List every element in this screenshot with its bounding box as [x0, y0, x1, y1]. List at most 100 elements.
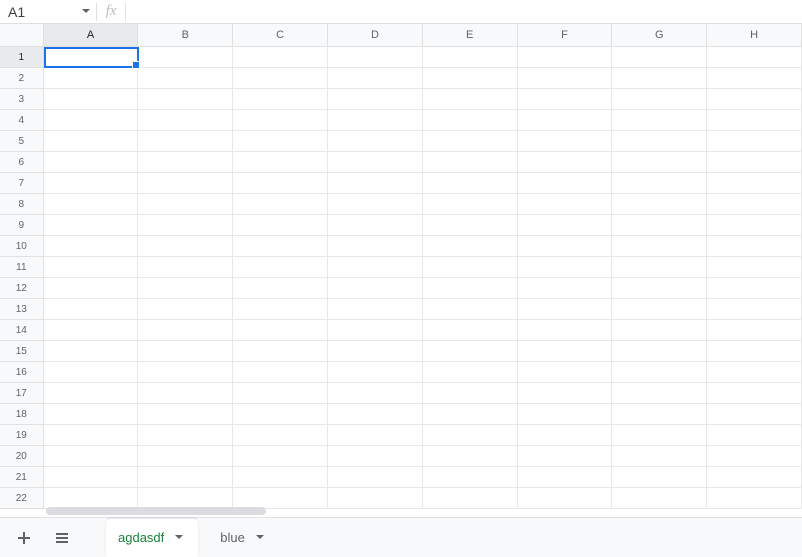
cell[interactable] — [707, 152, 802, 173]
cell[interactable] — [233, 173, 328, 194]
cell[interactable] — [518, 446, 613, 467]
row-header[interactable]: 3 — [0, 89, 44, 110]
cell[interactable] — [44, 341, 139, 362]
cell[interactable] — [518, 320, 613, 341]
cell[interactable] — [423, 236, 518, 257]
cell[interactable] — [518, 110, 613, 131]
cell[interactable] — [518, 341, 613, 362]
cell[interactable] — [612, 425, 707, 446]
cell[interactable] — [423, 446, 518, 467]
cell[interactable] — [707, 446, 802, 467]
cell[interactable] — [518, 278, 613, 299]
row-header[interactable]: 22 — [0, 488, 44, 509]
cell[interactable] — [138, 173, 233, 194]
cell[interactable] — [612, 404, 707, 425]
row-header[interactable]: 8 — [0, 194, 44, 215]
cell[interactable] — [518, 131, 613, 152]
sheet-tab[interactable]: blue — [208, 521, 279, 555]
cell[interactable] — [612, 173, 707, 194]
cell[interactable] — [233, 194, 328, 215]
cell[interactable] — [707, 383, 802, 404]
cell[interactable] — [44, 131, 139, 152]
column-header[interactable]: D — [328, 24, 423, 47]
chevron-down-icon[interactable] — [172, 531, 186, 545]
cell[interactable] — [233, 68, 328, 89]
cell[interactable] — [138, 320, 233, 341]
cell[interactable] — [518, 236, 613, 257]
cell[interactable] — [423, 425, 518, 446]
row-header[interactable]: 16 — [0, 362, 44, 383]
cell[interactable] — [707, 47, 802, 68]
cell[interactable] — [612, 236, 707, 257]
cell[interactable] — [612, 341, 707, 362]
cell[interactable] — [233, 320, 328, 341]
cell[interactable] — [138, 299, 233, 320]
cell[interactable] — [328, 278, 423, 299]
cell[interactable] — [612, 278, 707, 299]
cell[interactable] — [707, 194, 802, 215]
cell[interactable] — [138, 68, 233, 89]
cell[interactable] — [423, 257, 518, 278]
row-header[interactable]: 18 — [0, 404, 44, 425]
cell[interactable] — [518, 404, 613, 425]
cell[interactable] — [138, 110, 233, 131]
row-header[interactable]: 14 — [0, 320, 44, 341]
cell[interactable] — [44, 152, 139, 173]
cell[interactable] — [423, 131, 518, 152]
row-header[interactable]: 9 — [0, 215, 44, 236]
cell[interactable] — [612, 194, 707, 215]
row-header[interactable]: 20 — [0, 446, 44, 467]
horizontal-scrollbar[interactable] — [46, 505, 786, 517]
cell[interactable] — [707, 467, 802, 488]
cell[interactable] — [44, 425, 139, 446]
cell[interactable] — [139, 47, 234, 68]
cell[interactable] — [44, 404, 139, 425]
cell[interactable] — [612, 89, 707, 110]
cell[interactable] — [328, 425, 423, 446]
cell[interactable] — [44, 236, 139, 257]
cell[interactable] — [423, 215, 518, 236]
cell[interactable] — [328, 110, 423, 131]
cell[interactable] — [707, 278, 802, 299]
cell[interactable] — [707, 257, 802, 278]
cell[interactable] — [612, 152, 707, 173]
cell[interactable] — [44, 467, 139, 488]
cell[interactable] — [423, 278, 518, 299]
cell[interactable] — [707, 110, 802, 131]
row-header[interactable]: 17 — [0, 383, 44, 404]
cell[interactable] — [518, 362, 613, 383]
cell[interactable] — [44, 383, 139, 404]
cell[interactable] — [612, 320, 707, 341]
add-sheet-button[interactable] — [10, 524, 38, 552]
all-sheets-button[interactable] — [48, 524, 76, 552]
cell[interactable] — [612, 131, 707, 152]
cell[interactable] — [612, 446, 707, 467]
cell[interactable] — [612, 383, 707, 404]
cell[interactable] — [328, 152, 423, 173]
cell[interactable] — [233, 299, 328, 320]
cell[interactable] — [707, 173, 802, 194]
cell[interactable] — [138, 131, 233, 152]
row-header[interactable]: 1 — [0, 47, 44, 68]
cell[interactable] — [138, 257, 233, 278]
cell[interactable] — [328, 131, 423, 152]
cell[interactable] — [707, 68, 802, 89]
cell[interactable] — [612, 299, 707, 320]
cell[interactable] — [44, 110, 139, 131]
cell[interactable] — [707, 404, 802, 425]
cell[interactable] — [233, 110, 328, 131]
cell[interactable] — [518, 257, 613, 278]
cell[interactable] — [423, 362, 518, 383]
cell[interactable] — [328, 299, 423, 320]
cell[interactable] — [44, 89, 139, 110]
cell[interactable] — [138, 236, 233, 257]
cell[interactable] — [233, 341, 328, 362]
cell[interactable] — [518, 467, 613, 488]
cell[interactable] — [612, 47, 707, 68]
cell[interactable] — [328, 173, 423, 194]
cell[interactable] — [423, 341, 518, 362]
cell[interactable] — [423, 383, 518, 404]
cell[interactable] — [138, 446, 233, 467]
cell[interactable] — [138, 152, 233, 173]
cell[interactable] — [44, 68, 139, 89]
